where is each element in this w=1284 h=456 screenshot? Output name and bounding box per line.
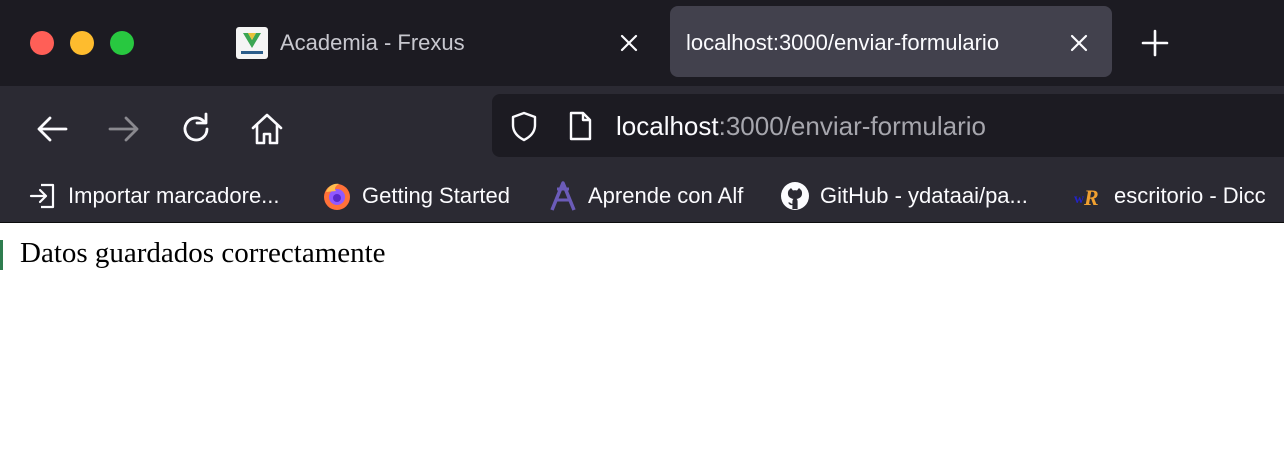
page-info-icon[interactable] <box>564 110 596 142</box>
bookmarks-toolbar: Importar marcadore... Getting Started Ap… <box>0 172 1284 223</box>
window-close-button[interactable] <box>30 31 54 55</box>
alf-logo-icon <box>548 181 578 211</box>
navigation-toolbar: localhost:3000/enviar-formulario <box>0 86 1284 172</box>
bookmark-label: escritorio - Dicc <box>1114 183 1266 208</box>
firefox-icon <box>322 181 352 211</box>
window-zoom-button[interactable] <box>110 31 134 55</box>
svg-text:R: R <box>1083 185 1099 210</box>
close-tab-icon[interactable] <box>1066 30 1092 56</box>
bookmark-label: Getting Started <box>362 183 510 208</box>
github-icon <box>780 181 810 211</box>
tab-bar: Academia - Frexus localhost:3000/enviar-… <box>0 0 1284 86</box>
bookmark-label: GitHub - ydataai/pa... <box>820 183 1028 208</box>
tab-title: localhost:3000/enviar-formulario <box>686 30 1000 55</box>
home-icon[interactable] <box>248 110 286 148</box>
wordreference-icon: w R <box>1074 181 1104 211</box>
new-tab-plus-icon[interactable] <box>1140 28 1170 58</box>
back-arrow-icon[interactable] <box>33 110 71 148</box>
import-icon <box>28 181 58 211</box>
page-edge-marker <box>0 240 3 270</box>
forward-arrow-icon[interactable] <box>105 110 143 148</box>
bookmark-label: Importar marcadore... <box>68 183 280 208</box>
reload-icon[interactable] <box>177 110 215 148</box>
bookmark-label: Aprende con Alf <box>588 183 744 208</box>
tab-academia-frexus[interactable]: Academia - Frexus <box>226 6 658 77</box>
url-path: :3000/enviar-formulario <box>718 111 986 141</box>
success-message: Datos guardados correctamente <box>20 237 386 269</box>
url-text: localhost:3000/enviar-formulario <box>616 109 986 143</box>
window-minimize-button[interactable] <box>70 31 94 55</box>
tracking-protection-shield-icon[interactable] <box>508 110 540 142</box>
address-bar[interactable]: localhost:3000/enviar-formulario <box>492 94 1284 157</box>
tab-title: Academia - Frexus <box>280 30 465 55</box>
frexus-logo-icon <box>236 27 268 59</box>
tab-localhost-active[interactable]: localhost:3000/enviar-formulario <box>670 6 1112 77</box>
url-host: localhost <box>616 111 719 141</box>
close-tab-icon[interactable] <box>616 30 642 56</box>
